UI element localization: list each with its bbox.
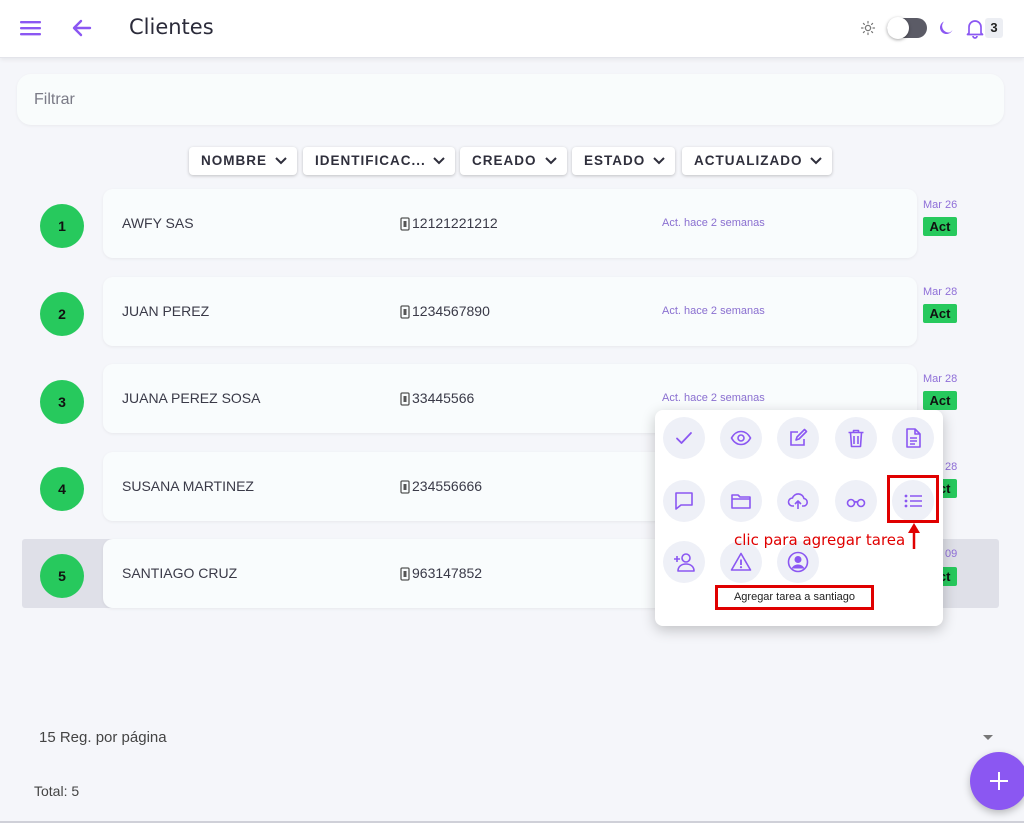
client-id: 33445566	[412, 390, 475, 406]
client-name: SANTIAGO CRUZ	[122, 565, 238, 581]
highlight-box-add-task	[887, 475, 939, 523]
add-task-tooltip: Agregar tarea a santiago	[733, 591, 856, 603]
plus-icon	[990, 772, 1008, 790]
sort-identificacion-button[interactable]: IDENTIFICAC...	[303, 147, 455, 175]
phone-icon	[400, 480, 410, 494]
user-circle-icon	[787, 551, 809, 573]
chevron-down-icon	[275, 157, 287, 165]
comment-icon	[675, 492, 693, 510]
sun-icon	[860, 20, 876, 36]
row-date: Mar 28	[923, 373, 958, 385]
row-date: Mar 28	[923, 286, 958, 298]
updated-text: Act. hace 2 semanas	[662, 217, 765, 229]
row-number: 3	[40, 380, 84, 424]
client-name: JUAN PEREZ	[122, 303, 210, 319]
row-date: 09	[945, 548, 958, 560]
status-badge: Act	[923, 217, 957, 236]
cloud-upload-icon	[787, 493, 808, 509]
delete-action-button[interactable]	[835, 417, 877, 459]
client-name: AWFY SAS	[122, 215, 194, 231]
phone-icon	[400, 567, 410, 581]
client-name: SUSANA MARTINEZ	[122, 478, 254, 494]
row-date: Mar 26	[923, 199, 958, 211]
page-title: Clientes	[129, 15, 214, 39]
upload-action-button[interactable]	[777, 480, 819, 522]
chevron-down-icon	[433, 157, 445, 165]
moon-icon	[940, 21, 953, 34]
client-id: 12121221212	[412, 215, 498, 231]
sort-creado-button[interactable]: CREADO	[460, 147, 567, 175]
phone-icon	[400, 217, 410, 231]
view-action-button[interactable]	[720, 417, 762, 459]
top-app-bar: Clientes 3	[0, 0, 1024, 58]
sort-estado-label: ESTADO	[584, 153, 646, 168]
annotation-arrow-icon	[908, 523, 920, 549]
notification-count-badge: 3	[985, 18, 1003, 38]
client-name: JUANA PEREZ SOSA	[122, 390, 261, 406]
filter-input[interactable]	[34, 74, 974, 125]
row-date: 28	[945, 461, 958, 473]
notification-bell-icon[interactable]	[964, 17, 986, 39]
chevron-down-icon	[653, 157, 665, 165]
client-row[interactable]: JUAN PEREZ 1234567890 Act. hace 2 semana…	[103, 277, 917, 346]
comment-action-button[interactable]	[663, 480, 705, 522]
edit-action-button[interactable]	[777, 417, 819, 459]
sort-creado-label: CREADO	[472, 153, 537, 168]
dropdown-arrow-icon[interactable]	[983, 735, 993, 740]
sort-estado-button[interactable]: ESTADO	[572, 147, 675, 175]
document-icon	[906, 428, 921, 448]
phone-icon	[400, 305, 410, 319]
document-action-button[interactable]	[892, 417, 934, 459]
check-icon	[676, 432, 692, 444]
row-number: 4	[40, 467, 84, 511]
sort-actualizado-label: ACTUALIZADO	[694, 153, 803, 168]
sort-actualizado-button[interactable]: ACTUALIZADO	[682, 147, 832, 175]
add-user-icon	[674, 553, 695, 572]
annotation-text: clic para agregar tarea	[734, 531, 906, 549]
client-row[interactable]: AWFY SAS 12121221212 Act. hace 2 semanas	[103, 189, 917, 258]
edit-icon	[790, 428, 808, 446]
client-id: 963147852	[412, 565, 483, 581]
row-number: 5	[40, 554, 84, 598]
glasses-icon	[846, 498, 866, 508]
sort-nombre-label: NOMBRE	[201, 153, 267, 168]
hamburger-menu-icon[interactable]	[20, 17, 42, 39]
status-badge: Act	[923, 391, 957, 410]
client-id: 234556666	[412, 478, 483, 494]
updated-text: Act. hace 2 semanas	[662, 305, 765, 317]
trash-icon	[848, 429, 864, 448]
toggle-knob	[887, 17, 909, 39]
row-number: 1	[40, 204, 84, 248]
warning-icon	[730, 552, 752, 571]
eye-icon	[730, 430, 752, 446]
sort-nombre-button[interactable]: NOMBRE	[189, 147, 297, 175]
chevron-down-icon	[545, 157, 557, 165]
total-count: Total: 5	[34, 783, 80, 799]
back-arrow-icon[interactable]	[70, 16, 94, 40]
chevron-down-icon	[810, 157, 822, 165]
add-client-fab[interactable]	[970, 752, 1024, 810]
phone-icon	[400, 392, 410, 406]
folder-action-button[interactable]	[720, 480, 762, 522]
filter-bar	[17, 74, 1004, 125]
review-action-button[interactable]	[835, 480, 877, 522]
row-number: 2	[40, 292, 84, 336]
approve-action-button[interactable]	[663, 417, 705, 459]
status-badge: Act	[923, 304, 957, 323]
dark-mode-toggle[interactable]	[887, 17, 927, 39]
folder-icon	[731, 494, 751, 509]
client-id: 1234567890	[412, 303, 490, 319]
assign-user-action-button[interactable]	[663, 541, 705, 583]
updated-text: Act. hace 2 semanas	[662, 392, 765, 404]
per-page-select[interactable]: 15 Reg. por página	[39, 729, 167, 746]
sort-identificacion-label: IDENTIFICAC...	[315, 153, 426, 168]
